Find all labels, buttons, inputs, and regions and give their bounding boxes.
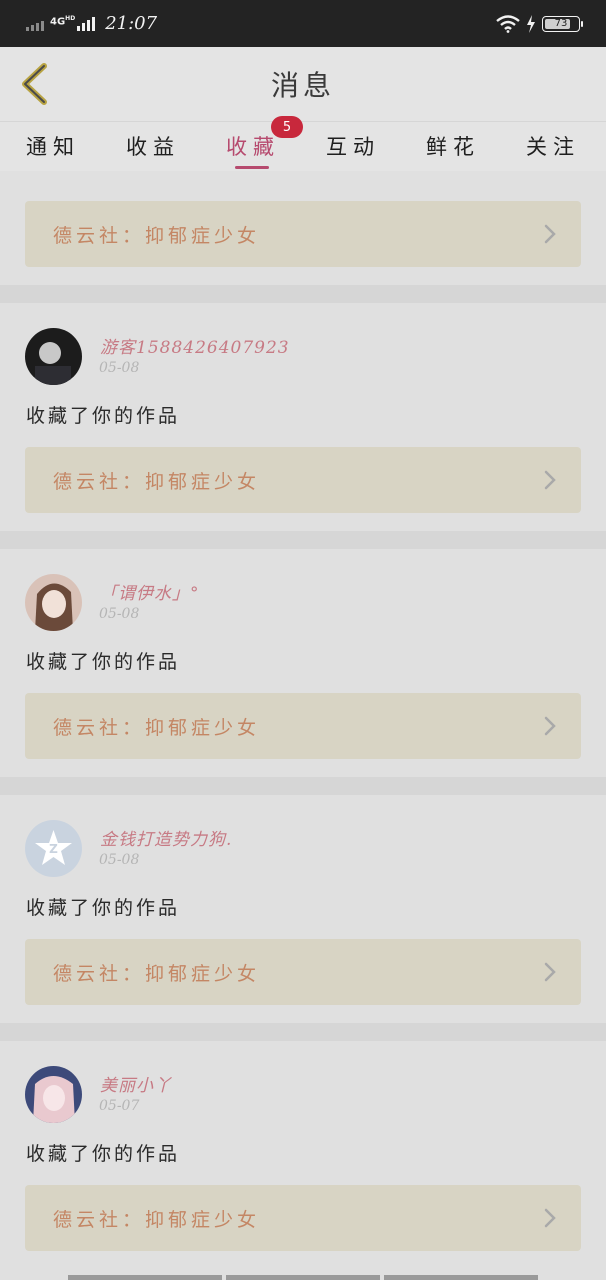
bottom-edge — [0, 1275, 606, 1280]
divider — [0, 531, 606, 549]
tab-interactions[interactable]: 互动 — [326, 122, 380, 171]
svg-text:Z: Z — [49, 842, 58, 856]
wifi-icon — [496, 14, 520, 33]
action-text: 收藏了你的作品 — [26, 405, 181, 427]
unread-badge: 5 — [271, 116, 303, 138]
work-link[interactable]: 德云社：抑郁症少女 — [25, 447, 581, 513]
chevron-right-icon — [544, 224, 556, 244]
action-text: 收藏了你的作品 — [26, 651, 181, 673]
divider — [0, 777, 606, 795]
active-tab-indicator — [235, 166, 269, 169]
tab-earnings[interactable]: 收益 — [126, 122, 180, 171]
list-item: Z 金钱打造势力狗. 05-08 收藏了你的作品 德云社：抑郁症少女 — [0, 795, 606, 1023]
work-link[interactable]: 德云社：抑郁症少女 — [25, 693, 581, 759]
battery-icon: 73 — [542, 15, 583, 32]
chevron-left-icon — [22, 63, 47, 105]
tab-favorites[interactable]: 收藏 5 — [226, 116, 303, 171]
signal-sim1-icon — [77, 16, 96, 31]
avatar[interactable]: Z — [25, 820, 82, 877]
list-item: 游客15884264079​23 05-08 收藏了你的作品 德云社：抑郁症少女 — [0, 303, 606, 531]
favorites-feed[interactable]: 德云社：抑郁症少女 游客15884264079​23 05-08 收藏了你的作品… — [0, 171, 606, 1280]
work-link[interactable]: 德云社：抑郁症少女 — [25, 939, 581, 1005]
tab-flowers[interactable]: 鲜花 — [426, 122, 480, 171]
charging-icon — [527, 14, 535, 33]
tab-notifications[interactable]: 通知 — [26, 122, 80, 171]
avatar[interactable] — [25, 1066, 82, 1123]
signal-sim2-icon — [26, 17, 44, 31]
post-date: 05-08 — [99, 606, 140, 622]
username[interactable]: 美丽小丫 — [100, 1071, 172, 1096]
chevron-right-icon — [544, 470, 556, 490]
post-date: 05-08 — [99, 852, 140, 868]
chevron-right-icon — [544, 1208, 556, 1228]
page-title: 消息 — [270, 69, 335, 102]
network-type: 4GHD — [50, 15, 76, 28]
chevron-right-icon — [544, 962, 556, 982]
list-item: 「谓伊水」° 05-08 收藏了你的作品 德云社：抑郁症少女 — [0, 549, 606, 777]
status-bar: 4GHD 21:07 73 — [0, 0, 606, 47]
app-header: 消息 — [0, 47, 606, 121]
post-date: 05-07 — [99, 1098, 140, 1114]
back-button[interactable] — [14, 61, 54, 107]
work-link[interactable]: 德云社：抑郁症少女 — [25, 201, 581, 267]
post-date: 05-08 — [99, 360, 140, 376]
chevron-right-icon — [544, 716, 556, 736]
avatar[interactable] — [25, 328, 82, 385]
tab-following[interactable]: 关注 — [526, 122, 580, 171]
divider — [0, 1023, 606, 1041]
tab-bar: 通知 收益 收藏 5 互动 鲜花 关注 — [0, 116, 606, 171]
work-link[interactable]: 德云社：抑郁症少女 — [25, 1185, 581, 1251]
list-item: 德云社：抑郁症少女 — [0, 171, 606, 285]
username[interactable]: 「谓伊水」° — [100, 579, 200, 604]
username[interactable]: 金钱打造势力狗. — [100, 825, 232, 850]
action-text: 收藏了你的作品 — [26, 897, 181, 919]
action-text: 收藏了你的作品 — [26, 1143, 181, 1165]
divider — [0, 285, 606, 303]
status-time: 21:07 — [105, 13, 158, 34]
avatar[interactable] — [25, 574, 82, 631]
list-item: 美丽小丫 05-07 收藏了你的作品 德云社：抑郁症少女 — [0, 1041, 606, 1280]
username[interactable]: 游客15884264079​23 — [100, 333, 290, 358]
